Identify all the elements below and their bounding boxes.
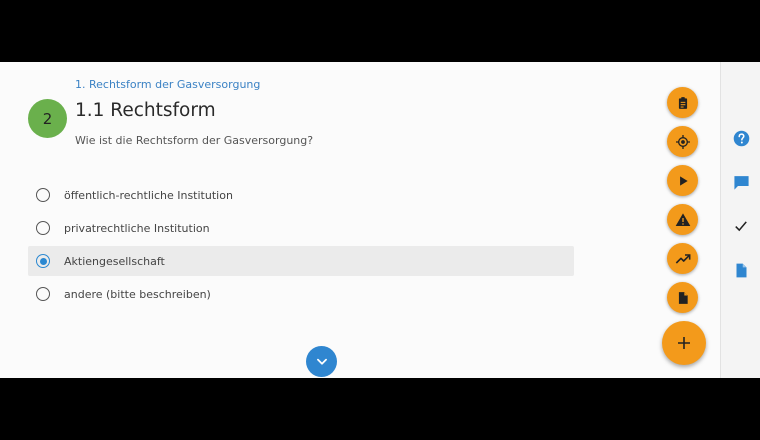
option-oeffentlich-rechtlich[interactable]: öffentlich-rechtliche Institution <box>28 180 574 210</box>
target-icon <box>675 134 690 149</box>
play-icon <box>679 175 688 186</box>
chevron-down-icon <box>316 358 327 365</box>
plus-icon <box>678 337 690 349</box>
option-privatrechtlich[interactable]: privatrechtliche Institution <box>28 213 574 243</box>
comment-icon <box>733 175 749 190</box>
option-aktiengesellschaft[interactable]: Aktiengesellschaft <box>28 246 574 276</box>
question-text: Wie ist die Rechtsform der Gasversorgung… <box>75 134 314 147</box>
checkmark-icon <box>735 221 747 232</box>
step-number-badge: 2 <box>28 99 67 138</box>
radio-button[interactable] <box>36 221 50 235</box>
locate-button[interactable] <box>667 126 698 157</box>
help-button[interactable] <box>732 129 750 147</box>
radio-button[interactable] <box>36 188 50 202</box>
document-button[interactable] <box>667 282 698 313</box>
option-label: privatrechtliche Institution <box>64 221 210 235</box>
add-button[interactable] <box>662 321 706 365</box>
comment-button[interactable] <box>732 173 750 191</box>
radio-button[interactable] <box>36 287 50 301</box>
trend-button[interactable] <box>667 243 698 274</box>
app-screen: 1. Rechtsform der Gasversorgung 2 1.1 Re… <box>0 62 760 378</box>
option-label: öffentlich-rechtliche Institution <box>64 188 233 202</box>
help-icon <box>733 130 749 146</box>
play-button[interactable] <box>667 165 698 196</box>
option-label: andere (bitte beschreiben) <box>64 287 211 301</box>
check-button[interactable] <box>732 217 750 235</box>
warning-icon <box>675 212 690 226</box>
option-label: Aktiengesellschaft <box>64 254 165 268</box>
breadcrumb[interactable]: 1. Rechtsform der Gasversorgung <box>75 78 260 91</box>
clipboard-icon <box>678 96 687 109</box>
file-icon <box>736 263 746 277</box>
option-andere[interactable]: andere (bitte beschreiben) <box>28 279 574 309</box>
file-button[interactable] <box>732 261 750 279</box>
clipboard-button[interactable] <box>667 87 698 118</box>
section-title: 1.1 Rechtsform <box>75 100 216 121</box>
warning-button[interactable] <box>667 204 698 235</box>
trending-up-icon <box>675 253 690 264</box>
scroll-down-button[interactable] <box>306 346 337 377</box>
radio-button-selected[interactable] <box>36 254 50 268</box>
document-icon <box>678 291 688 304</box>
